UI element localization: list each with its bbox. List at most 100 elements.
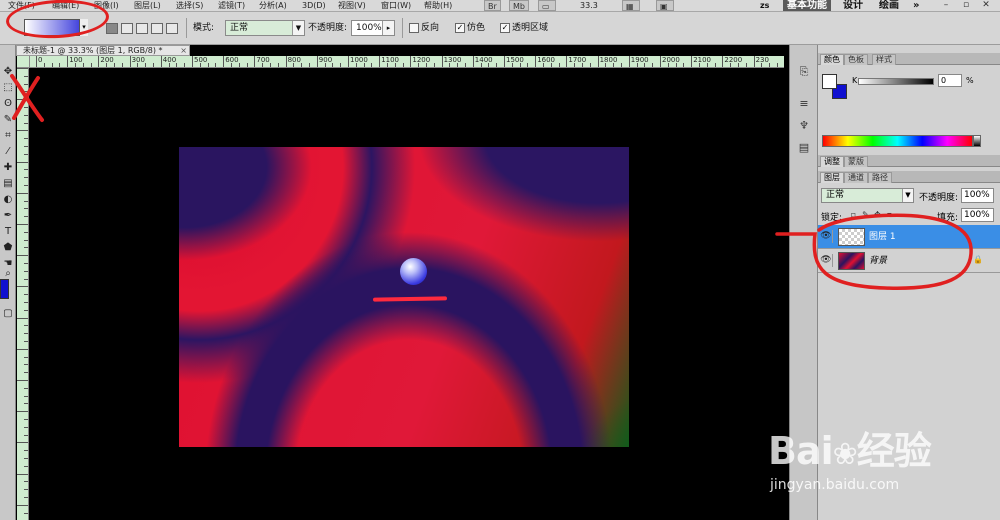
- ruler-tick: [24, 497, 28, 498]
- reflected-gradient-icon[interactable]: [151, 23, 163, 34]
- ruler-tick: [589, 63, 591, 67]
- type-tool-icon[interactable]: T: [1, 225, 15, 239]
- ruler-tick: [24, 426, 28, 428]
- divider: [186, 18, 187, 38]
- clone-source-icon[interactable]: ♆: [796, 119, 812, 133]
- ruler-tick: [24, 395, 28, 397]
- ruler-label: 1500: [506, 56, 524, 64]
- arrange-docs-button[interactable]: ▦: [622, 0, 640, 11]
- tab-styles[interactable]: 样式: [872, 54, 896, 65]
- minimize-icon[interactable]: –: [938, 0, 954, 11]
- blend-mode-select[interactable]: 正常 ▼: [821, 188, 914, 203]
- menu-help[interactable]: 帮助(H): [424, 0, 452, 11]
- ruler-tick: [238, 63, 240, 67]
- workspace-more[interactable]: »: [913, 0, 919, 11]
- menu-3d[interactable]: 3D(D): [302, 0, 326, 11]
- zoom-level[interactable]: 33.3: [580, 0, 598, 11]
- shape-tool-icon[interactable]: ⬟: [1, 241, 15, 255]
- ruler-tick: [90, 63, 92, 67]
- eyedropper-tool-icon[interactable]: ⁄: [1, 145, 15, 159]
- menu-window[interactable]: 窗口(W): [381, 0, 411, 11]
- tab-adjustments[interactable]: 调整: [820, 156, 844, 167]
- brush-presets-icon[interactable]: ≡: [796, 97, 812, 111]
- transparency-checkbox[interactable]: ✓: [500, 23, 510, 33]
- foreground-color[interactable]: [822, 74, 837, 89]
- healing-tool-icon[interactable]: ✚: [1, 161, 15, 175]
- dither-checkbox[interactable]: ✓: [455, 23, 465, 33]
- ruler-tick: [644, 63, 646, 67]
- menu-filter[interactable]: 滤镜(T): [218, 0, 245, 11]
- angle-gradient-icon[interactable]: [136, 23, 148, 34]
- ruler-tick: [340, 63, 342, 67]
- layer-opacity-input[interactable]: 100%: [961, 188, 994, 203]
- color-spectrum[interactable]: [822, 135, 973, 147]
- dodge-tool-icon[interactable]: ◐: [1, 193, 15, 207]
- options-bar: ▾ 模式: 正常 ▼ 不透明度: 100% ▸ 反向 ✓ 仿色 ✓ 透明区域: [0, 12, 1000, 45]
- ruler-tick: [254, 56, 256, 67]
- ruler-origin[interactable]: [17, 56, 30, 68]
- menu-select[interactable]: 选择(S): [176, 0, 203, 11]
- layer-opacity-label: 不透明度:: [919, 193, 959, 203]
- chevron-down-icon: ▼: [292, 21, 304, 35]
- menu-layer[interactable]: 图层(L): [134, 0, 161, 11]
- ruler-tick: [24, 309, 28, 311]
- ruler-tick: [67, 56, 69, 67]
- ruler-tick: [387, 63, 388, 67]
- history-icon[interactable]: ⎘: [796, 65, 812, 79]
- ruler-tick: [17, 317, 28, 319]
- tab-channels[interactable]: 通道: [844, 172, 868, 183]
- mode-label: 模式:: [193, 23, 215, 33]
- foreground-color-swatch[interactable]: [0, 279, 9, 299]
- ruler-tick: [597, 56, 599, 67]
- menu-analysis[interactable]: 分析(A): [259, 0, 287, 11]
- mini-bridge-button[interactable]: Mb: [509, 0, 529, 11]
- k-channel-slider[interactable]: [858, 78, 934, 85]
- tab-color[interactable]: 颜色: [820, 54, 844, 65]
- linear-gradient-icon[interactable]: [106, 23, 118, 34]
- crop-tool-icon[interactable]: ⌗: [1, 129, 15, 143]
- ruler-label: 1600: [537, 56, 556, 64]
- ruler-tick: [24, 302, 28, 303]
- document-tab[interactable]: 未标题-1 @ 33.3% (图层 1, RGB/8) * ×: [16, 45, 190, 56]
- close-tab-icon[interactable]: ×: [180, 46, 187, 55]
- workspace-essentials[interactable]: 基本功能: [783, 0, 831, 11]
- annotation-underline: [372, 296, 448, 302]
- document-canvas[interactable]: [179, 147, 629, 447]
- actions-icon[interactable]: ▤: [796, 141, 812, 155]
- ruler-tick: [24, 341, 28, 342]
- ruler-tick: [184, 63, 186, 67]
- menu-bar: 文件(F) 编辑(E) 图像(I) 图层(L) 选择(S) 滤镜(T) 分析(A…: [0, 0, 1000, 12]
- workspace-painting[interactable]: 绘画: [879, 0, 899, 11]
- view-extras-button[interactable]: ▭: [538, 0, 556, 11]
- tab-paths[interactable]: 路径: [868, 172, 892, 183]
- ruler-tick: [145, 63, 147, 67]
- tab-swatches[interactable]: 色板: [844, 54, 868, 65]
- gradient-tool-icon[interactable]: ▤: [1, 177, 15, 191]
- tab-masks[interactable]: 蒙版: [844, 156, 868, 167]
- bridge-button[interactable]: Br: [484, 0, 501, 11]
- menu-view[interactable]: 视图(V): [338, 0, 366, 11]
- opacity-label: 不透明度:: [308, 23, 348, 33]
- pen-tool-icon[interactable]: ✒: [1, 209, 15, 223]
- ruler-tick: [426, 63, 427, 67]
- diamond-gradient-icon[interactable]: [166, 23, 178, 34]
- opacity-input[interactable]: 100% ▸: [351, 20, 395, 36]
- ruler-tick: [472, 56, 474, 67]
- close-icon[interactable]: ✕: [978, 0, 994, 11]
- black-white-ramp[interactable]: [973, 135, 981, 147]
- horizontal-ruler[interactable]: 0 100 200 300 400 500 600 700 800 900 1000 1100 1200…: [30, 56, 784, 68]
- ruler-tick: [293, 63, 295, 67]
- quick-mask-icon[interactable]: ▢: [1, 307, 15, 321]
- radial-gradient-icon[interactable]: [121, 23, 133, 34]
- reverse-label: 反向: [421, 23, 440, 33]
- ruler-tick: [24, 169, 28, 171]
- screen-mode-button[interactable]: ▣: [656, 0, 674, 11]
- workspace-design[interactable]: 设计: [843, 0, 863, 11]
- k-channel-input[interactable]: 0: [938, 74, 962, 87]
- vertical-ruler[interactable]: [17, 68, 29, 520]
- reverse-checkbox[interactable]: [409, 23, 419, 33]
- mode-select[interactable]: 正常 ▼: [225, 20, 305, 36]
- restore-icon[interactable]: ▫: [958, 0, 974, 11]
- ruler-tick: [433, 63, 435, 67]
- tab-layers[interactable]: 图层: [820, 172, 844, 183]
